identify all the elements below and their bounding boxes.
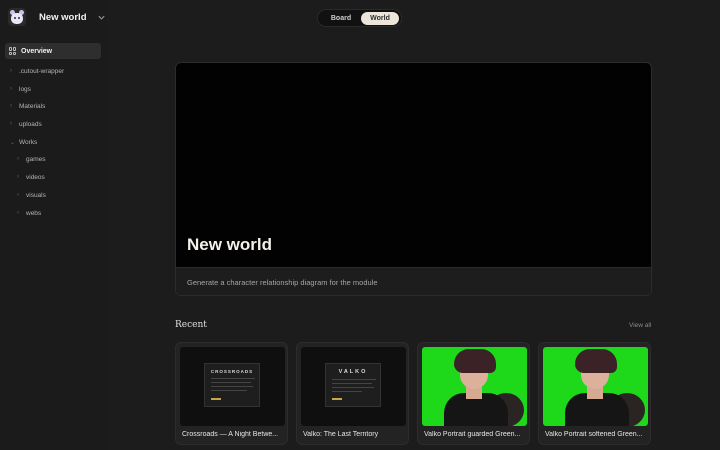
sidebar-item-overview[interactable]: Overview (5, 43, 101, 59)
chevron-right-icon: › (10, 68, 12, 74)
chevron-right-icon: › (17, 192, 19, 198)
tree-item-label: visuals (26, 191, 46, 199)
chevron-right-icon: › (10, 121, 12, 127)
card-thumbnail (422, 347, 527, 426)
tree-item-videos[interactable]: › videos (17, 172, 45, 182)
tree-item-label: .cutout-wrapper (19, 67, 65, 75)
hero-card[interactable]: New world Generate a character relations… (175, 62, 652, 296)
view-all-link[interactable]: View all (629, 322, 651, 329)
card-thumbnail: CROSSROADS (180, 347, 285, 426)
chevron-right-icon: › (10, 103, 12, 109)
tree-item-cutout-wrapper[interactable]: › .cutout-wrapper (10, 66, 64, 76)
tree-item-label: videos (26, 173, 45, 181)
workspace-name: New world (39, 11, 87, 23)
card-caption: Valko Portrait guarded Green... (424, 431, 521, 438)
thumbnail-title: CROSSROADS (210, 369, 254, 374)
recent-card[interactable]: VALKO Valko: The Last Territory (296, 342, 409, 445)
tree-item-label: Works (19, 138, 38, 146)
recent-card[interactable]: Valko Portrait guarded Green... (417, 342, 530, 445)
chevron-right-icon: › (17, 174, 19, 180)
recent-card[interactable]: Valko Portrait softened Green... (538, 342, 651, 445)
tree-item-games[interactable]: › games (17, 154, 46, 164)
sidebar: New world Overview › .cutout-wrapper › l… (0, 0, 106, 450)
view-toggle: Board World (317, 9, 402, 27)
card-thumbnail (543, 347, 648, 426)
chevron-down-icon: ⌄ (10, 139, 16, 146)
chevron-right-icon: › (17, 210, 19, 216)
hero-description: Generate a character relationship diagra… (187, 278, 378, 287)
tree-item-label: Materials (19, 102, 46, 110)
tree-item-label: games (26, 155, 46, 163)
toggle-world[interactable]: World (361, 12, 399, 25)
toggle-board[interactable]: Board (321, 12, 361, 25)
chevron-down-icon[interactable] (97, 13, 106, 22)
tree-item-materials[interactable]: › Materials (10, 101, 45, 111)
thumbnail-title: VALKO (338, 369, 368, 375)
sidebar-item-label: Overview (21, 47, 53, 55)
chevron-right-icon: › (10, 86, 12, 92)
workspace-switcher[interactable]: New world (8, 7, 106, 27)
card-caption: Valko: The Last Territory (303, 431, 379, 438)
tree-item-label: uploads (19, 120, 42, 128)
hero-description-bar: Generate a character relationship diagra… (176, 267, 651, 295)
document-preview: CROSSROADS (204, 363, 260, 407)
recent-heading: Recent (175, 320, 207, 330)
tree-item-label: webs (26, 209, 42, 217)
tree-item-works[interactable]: ⌄ Works (10, 137, 37, 147)
app-window: New world Overview › .cutout-wrapper › l… (0, 0, 720, 450)
hero-title: New world (187, 235, 273, 254)
card-thumbnail: VALKO (301, 347, 406, 426)
tree-item-uploads[interactable]: › uploads (10, 119, 42, 129)
tree-item-webs[interactable]: › webs (17, 208, 41, 218)
card-caption: Valko Portrait softened Green... (545, 431, 643, 438)
recent-card[interactable]: CROSSROADS Crossroads — A Night Betwe... (175, 342, 288, 445)
tree-item-logs[interactable]: › logs (10, 84, 31, 94)
document-preview: VALKO (325, 363, 381, 407)
tree-item-visuals[interactable]: › visuals (17, 190, 46, 200)
tree-item-label: logs (19, 85, 31, 93)
chevron-right-icon: › (17, 156, 19, 162)
card-caption: Crossroads — A Night Betwe... (182, 431, 279, 438)
grid-icon (9, 47, 17, 55)
bear-avatar-icon (8, 8, 26, 26)
